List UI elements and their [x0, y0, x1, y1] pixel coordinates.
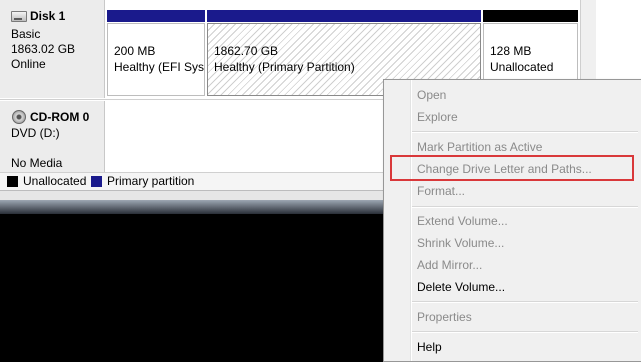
partition-efi-size: 200 MB — [114, 44, 156, 58]
menu-item-shrink-volume[interactable]: Shrink Volume... — [417, 236, 504, 250]
partition-primary-status: Healthy (Primary Partition) — [214, 60, 355, 74]
menu-item-help[interactable]: Help — [417, 340, 442, 354]
partition-primary-bar — [207, 10, 481, 22]
primary-partition-swatch — [91, 176, 102, 187]
partition-primary-size: 1862.70 GB — [214, 44, 279, 58]
menu-item-delete-volume[interactable]: Delete Volume... — [417, 280, 505, 294]
menu-item-extend-volume[interactable]: Extend Volume... — [417, 214, 508, 228]
menu-icon-gutter — [410, 80, 412, 361]
hard-disk-icon — [11, 11, 27, 22]
menu-separator — [412, 301, 638, 303]
disk1-name: Disk 1 — [30, 9, 66, 23]
partition-efi[interactable]: 200 MB Healthy (EFI Syst — [107, 23, 205, 96]
cd-rom-icon — [12, 110, 28, 124]
menu-item-open[interactable]: Open — [417, 88, 446, 102]
menu-item-add-mirror[interactable]: Add Mirror... — [417, 258, 482, 272]
disk1-status: Online — [11, 57, 46, 71]
cdrom-status: No Media — [11, 156, 63, 170]
cdrom-label[interactable]: CD-ROM 0 DVD (D:) No Media — [0, 101, 105, 172]
unallocated-swatch — [7, 176, 18, 187]
unallocated-status: Unallocated — [490, 60, 554, 74]
unallocated-size: 128 MB — [490, 44, 532, 58]
unallocated-bar — [483, 10, 578, 22]
disk1-label[interactable]: Disk 1 Basic 1863.02 GB Online — [0, 0, 105, 98]
menu-item-properties[interactable]: Properties — [417, 310, 472, 324]
partition-efi-status: Healthy (EFI Syst — [114, 60, 205, 74]
menu-separator — [412, 131, 638, 133]
disk1-type: Basic — [11, 27, 41, 41]
cdrom-type: DVD (D:) — [11, 126, 60, 140]
disk1-size: 1863.02 GB — [11, 42, 76, 56]
menu-item-explore[interactable]: Explore — [417, 110, 458, 124]
menu-item-format[interactable]: Format... — [417, 184, 465, 198]
context-menu: Open Explore Mark Partition as Active Ch… — [383, 79, 641, 362]
legend-unallocated: Unallocated — [23, 174, 87, 188]
menu-item-mark-active[interactable]: Mark Partition as Active — [417, 140, 542, 154]
menu-separator — [412, 206, 638, 208]
cdrom-name: CD-ROM 0 — [30, 110, 90, 124]
legend-primary: Primary partition — [107, 174, 195, 188]
menu-separator — [412, 331, 638, 333]
highlight-box — [390, 155, 634, 181]
partition-efi-bar — [107, 10, 205, 22]
